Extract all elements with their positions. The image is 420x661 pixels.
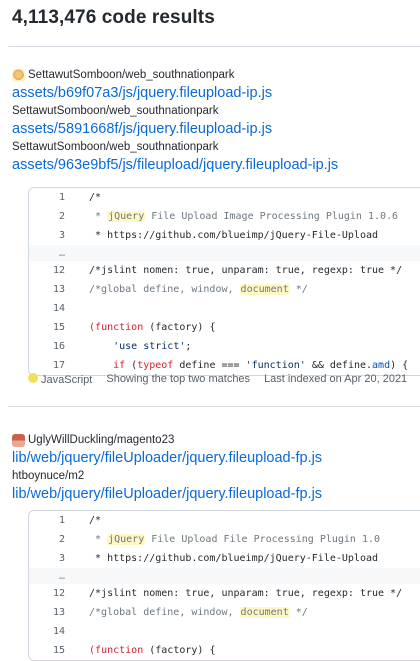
divider bbox=[8, 46, 420, 47]
repo-line: SettawutSomboon/web_southnationpark bbox=[12, 66, 420, 84]
match-highlight: jQuery bbox=[107, 211, 146, 222]
match-highlight: jQuery bbox=[107, 534, 146, 545]
language-color-dot bbox=[28, 372, 38, 383]
code-gap-marker: … bbox=[29, 245, 420, 261]
file-path-link[interactable]: assets/b69f07a3/js/jquery.fileupload-ip.… bbox=[12, 84, 420, 103]
results-count-heading: 4,113,476 code results bbox=[12, 7, 215, 28]
code-snippet[interactable]: 1 /* 2 * jQuery File Upload Image Proces… bbox=[28, 187, 420, 376]
repo-owner-avatar[interactable] bbox=[12, 68, 25, 82]
code-line: 12 /*jslint nomen: true, unparam: true, … bbox=[52, 588, 403, 599]
divider bbox=[8, 406, 420, 407]
code-line: 14 bbox=[52, 303, 65, 314]
file-path-link[interactable]: lib/web/jquery/fileUploader/jquery.fileu… bbox=[12, 449, 420, 468]
duplicate-repo-name[interactable]: SettawutSomboon/web_southnationpark bbox=[12, 139, 420, 156]
result-meta: JavaScript Showing the top two matches L… bbox=[28, 371, 420, 387]
search-result-1: SettawutSomboon/web_southnationpark asse… bbox=[12, 66, 420, 175]
code-line: 3 * https://github.com/blueimp/jQuery-Fi… bbox=[58, 553, 379, 564]
code-line: 13 /*global define, window, document */ bbox=[52, 284, 308, 295]
match-summary: Showing the top two matches bbox=[106, 373, 251, 385]
last-indexed: Last indexed on Apr 20, 2021 bbox=[264, 373, 408, 385]
duplicate-file-link[interactable]: assets/963e9bf5/js/fileupload/jquery.fil… bbox=[12, 156, 420, 175]
code-line: 15 (function (factory) { bbox=[52, 645, 216, 656]
match-highlight: document bbox=[239, 607, 290, 618]
match-highlight: document bbox=[239, 284, 290, 295]
repo-owner-avatar[interactable] bbox=[12, 433, 25, 447]
duplicate-repo-name[interactable]: htboynuce/m2 bbox=[12, 468, 420, 485]
repo-line: UglyWillDuckling/magento23 bbox=[12, 431, 420, 449]
duplicate-repo-name[interactable]: SettawutSomboon/web_southnationpark bbox=[12, 103, 420, 120]
search-result-2: UglyWillDuckling/magento23 lib/web/jquer… bbox=[12, 431, 420, 504]
code-snippet[interactable]: 1 /* 2 * jQuery File Upload File Process… bbox=[28, 510, 420, 661]
repo-name-link[interactable]: UglyWillDuckling/magento23 bbox=[28, 434, 174, 446]
code-line: 2 * jQuery File Upload File Processing P… bbox=[58, 534, 381, 545]
code-line: 14 bbox=[52, 626, 65, 637]
language-label: JavaScript bbox=[28, 372, 92, 386]
code-line: 16 'use strict'; bbox=[52, 341, 192, 352]
code-line: 3 * https://github.com/blueimp/jQuery-Fi… bbox=[58, 230, 379, 241]
code-line: 15 (function (factory) { bbox=[52, 322, 216, 333]
code-line: 1 /* bbox=[58, 515, 102, 526]
code-line: 13 /*global define, window, document */ bbox=[52, 607, 308, 618]
repo-name-link[interactable]: SettawutSomboon/web_southnationpark bbox=[28, 69, 235, 81]
duplicate-file-link[interactable]: lib/web/jquery/fileUploader/jquery.fileu… bbox=[12, 485, 420, 504]
code-line: 1 /* bbox=[58, 192, 102, 203]
code-line: 2 * jQuery File Upload Image Processing … bbox=[58, 211, 399, 222]
code-gap-marker: … bbox=[29, 568, 420, 584]
code-line: 12 /*jslint nomen: true, unparam: true, … bbox=[52, 265, 403, 276]
duplicate-file-link[interactable]: assets/5891668f/js/jquery.fileupload-ip.… bbox=[12, 120, 420, 139]
